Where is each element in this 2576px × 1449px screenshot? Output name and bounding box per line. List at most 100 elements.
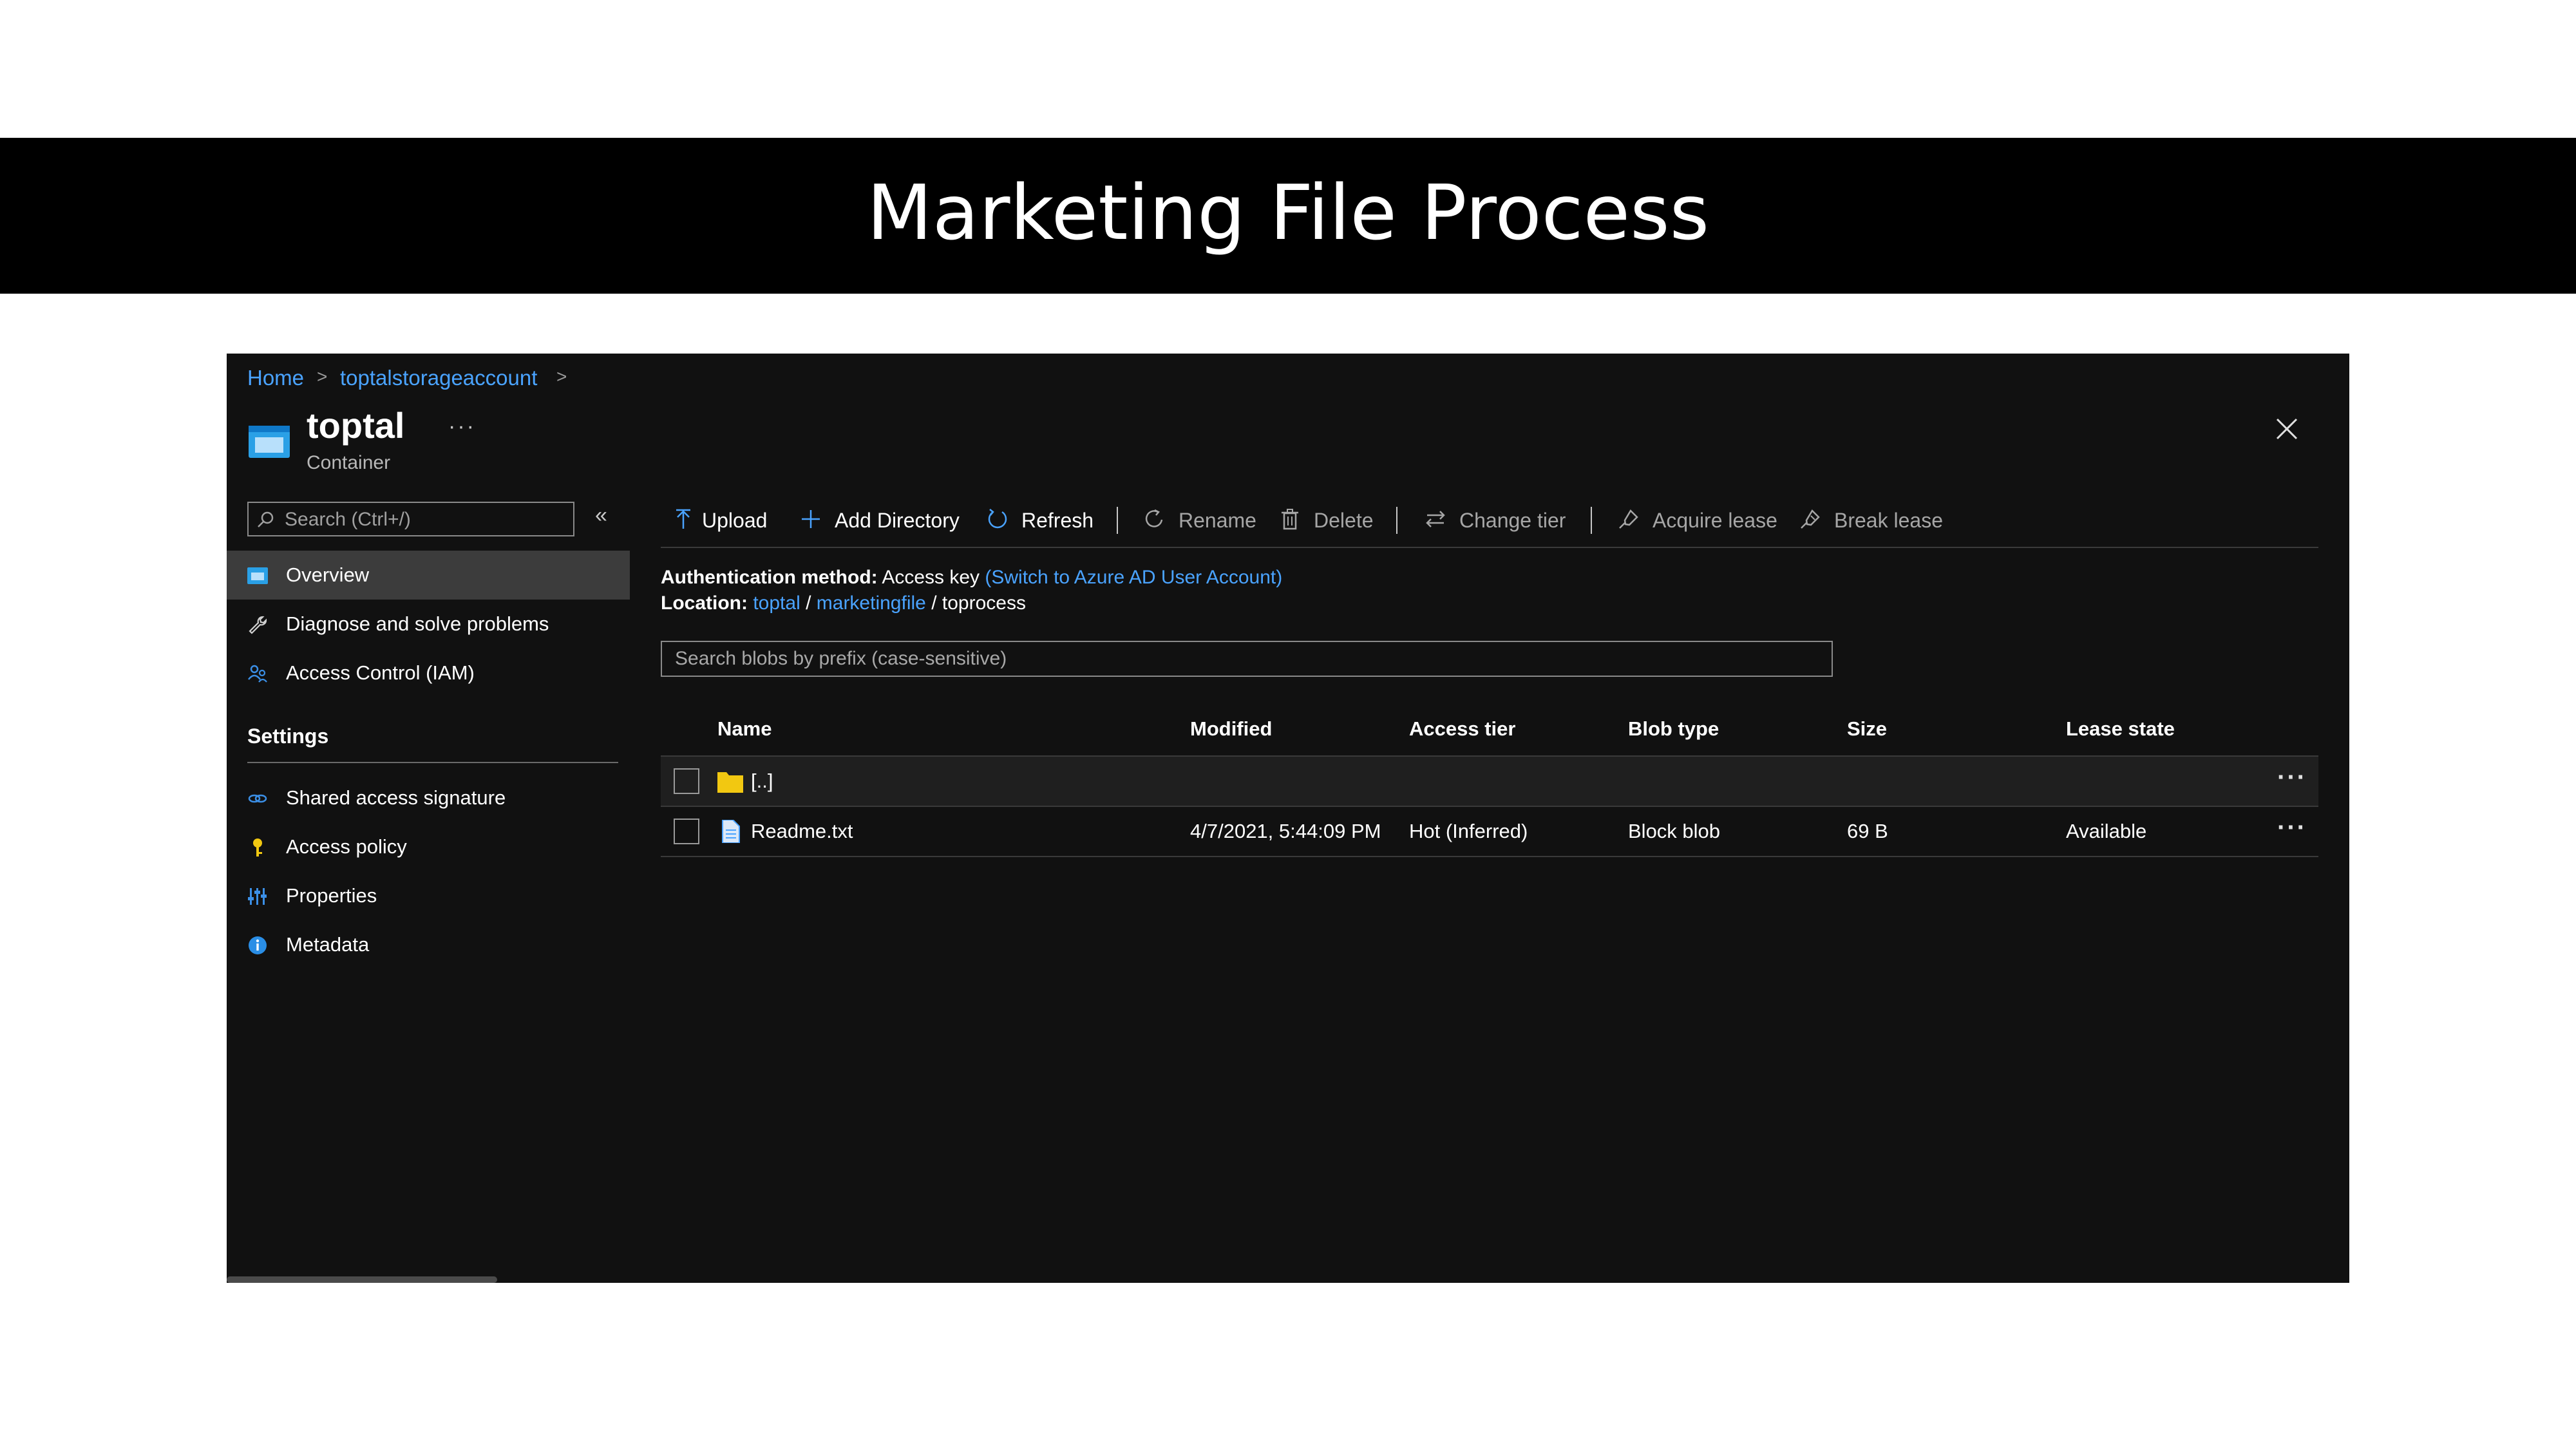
add-directory-label: Add Directory bbox=[835, 509, 960, 532]
breadcrumb-home[interactable]: Home bbox=[247, 365, 304, 391]
people-icon bbox=[248, 665, 267, 683]
location-line: Location: toptal / marketingfile / topro… bbox=[661, 592, 1026, 615]
slide-title: Marketing File Process bbox=[866, 168, 1710, 257]
refresh-label: Refresh bbox=[1021, 509, 1094, 532]
collapse-sidebar-button[interactable]: « bbox=[595, 503, 607, 528]
lease-icon bbox=[1619, 509, 1638, 529]
path-separator: / bbox=[806, 592, 811, 614]
more-options-button[interactable]: ··· bbox=[448, 414, 476, 439]
auth-method-line: Authentication method: Access key (Switc… bbox=[661, 566, 1282, 589]
resource-type: Container bbox=[307, 452, 391, 473]
column-header-modified[interactable]: Modified bbox=[1190, 717, 1272, 741]
blob-search-input[interactable]: Search blobs by prefix (case-sensitive) bbox=[661, 641, 1833, 677]
rename-button[interactable]: Rename bbox=[1144, 503, 1273, 535]
key-icon bbox=[253, 838, 262, 857]
blob-search-placeholder: Search blobs by prefix (case-sensitive) bbox=[675, 648, 1007, 669]
section-divider bbox=[247, 762, 618, 763]
path-separator: / bbox=[931, 592, 937, 614]
container-icon bbox=[249, 426, 290, 458]
column-header-size[interactable]: Size bbox=[1847, 717, 1887, 741]
location-label: Location: bbox=[661, 592, 748, 614]
sliders-icon bbox=[248, 888, 267, 905]
info-icon bbox=[249, 936, 267, 954]
row-access-tier: Hot (Inferred) bbox=[1409, 820, 1528, 842]
upload-label: Upload bbox=[702, 509, 768, 532]
delete-label: Delete bbox=[1314, 509, 1374, 532]
break-lease-label: Break lease bbox=[1834, 509, 1943, 532]
sidebar-item-diagnose[interactable]: Diagnose and solve problems bbox=[227, 600, 630, 649]
sidebar-item-properties[interactable]: Properties bbox=[227, 871, 630, 920]
sidebar-item-label: Diagnose and solve problems bbox=[286, 612, 549, 635]
toolbar-divider bbox=[1117, 507, 1118, 534]
sidebar-item-access-policy[interactable]: Access policy bbox=[227, 822, 630, 871]
sidebar-item-label: Overview bbox=[286, 564, 370, 586]
sidebar-item-label: Access Control (IAM) bbox=[286, 661, 475, 684]
azure-portal-screenshot: Home > toptalstorageaccount > toptal Con… bbox=[227, 354, 2349, 1283]
link-icon bbox=[248, 794, 267, 803]
break-lease-button[interactable]: Break lease bbox=[1799, 503, 1954, 535]
toolbar-divider bbox=[1591, 507, 1592, 534]
row-menu-button[interactable]: ··· bbox=[2277, 813, 2307, 842]
wrench-icon bbox=[249, 616, 267, 634]
toolbar-separator bbox=[661, 547, 2318, 548]
sidebar-item-label: Shared access signature bbox=[286, 786, 506, 809]
location-link-folder[interactable]: marketingfile bbox=[817, 592, 926, 614]
sidebar-item-label: Access policy bbox=[286, 835, 407, 858]
breadcrumb-separator: > bbox=[556, 366, 567, 386]
break-lease-icon bbox=[1801, 509, 1820, 529]
breadcrumb-separator: > bbox=[317, 366, 328, 386]
upload-icon bbox=[676, 509, 690, 529]
row-blob-type: Block blob bbox=[1628, 820, 1721, 842]
upload-button[interactable]: Upload bbox=[672, 503, 788, 535]
table-row[interactable]: Readme.txt 4/7/2021, 5:44:09 PM Hot (Inf… bbox=[661, 807, 2318, 856]
file-icon bbox=[722, 820, 740, 843]
column-header-blob-type[interactable]: Blob type bbox=[1628, 717, 1719, 741]
auth-method-label: Authentication method: bbox=[661, 567, 878, 588]
sidebar-search-placeholder: Search (Ctrl+/) bbox=[285, 509, 411, 530]
sidebar-item-overview[interactable]: Overview bbox=[227, 551, 630, 600]
trash-icon bbox=[1282, 509, 1298, 530]
column-header-lease-state[interactable]: Lease state bbox=[2066, 717, 2175, 741]
plus-icon bbox=[802, 510, 820, 528]
sidebar-item-shared-access-signature[interactable]: Shared access signature bbox=[227, 773, 630, 822]
breadcrumb-storage-account[interactable]: toptalstorageaccount bbox=[340, 365, 537, 391]
sidebar-item-access-control[interactable]: Access Control (IAM) bbox=[227, 649, 630, 697]
sidebar-item-label: Metadata bbox=[286, 933, 370, 956]
row-divider bbox=[661, 856, 2318, 857]
search-icon bbox=[258, 511, 274, 527]
table-row[interactable]: [..] ··· bbox=[661, 757, 2318, 806]
acquire-lease-label: Acquire lease bbox=[1653, 509, 1777, 532]
change-tier-button[interactable]: Change tier bbox=[1425, 503, 1579, 535]
refresh-icon bbox=[988, 509, 1007, 529]
row-name[interactable]: [..] bbox=[751, 769, 773, 793]
column-header-name[interactable]: Name bbox=[717, 717, 772, 741]
switch-auth-link[interactable]: (Switch to Azure AD User Account) bbox=[985, 567, 1282, 588]
container-icon bbox=[247, 567, 268, 584]
sidebar-item-metadata[interactable]: Metadata bbox=[227, 920, 630, 969]
row-menu-button[interactable]: ··· bbox=[2277, 763, 2307, 792]
row-checkbox[interactable] bbox=[674, 768, 699, 794]
sidebar-search-input[interactable]: Search (Ctrl+/) bbox=[247, 502, 574, 536]
row-lease-state: Available bbox=[2066, 820, 2147, 842]
column-header-access-tier[interactable]: Access tier bbox=[1409, 717, 1515, 741]
location-link-container[interactable]: toptal bbox=[753, 592, 800, 614]
page-title: toptal bbox=[307, 405, 405, 446]
auth-method-value: Access key bbox=[882, 567, 980, 588]
row-name[interactable]: Readme.txt bbox=[751, 819, 853, 844]
rename-icon bbox=[1145, 509, 1163, 527]
change-tier-label: Change tier bbox=[1459, 509, 1566, 532]
close-icon[interactable] bbox=[2275, 417, 2299, 441]
settings-section-title: Settings bbox=[247, 724, 329, 748]
folder-icon bbox=[717, 772, 743, 793]
sidebar-scrollbar[interactable] bbox=[227, 1276, 497, 1283]
delete-button[interactable]: Delete bbox=[1279, 503, 1388, 535]
refresh-button[interactable]: Refresh bbox=[987, 503, 1109, 535]
row-modified: 4/7/2021, 5:44:09 PM bbox=[1190, 820, 1381, 842]
sidebar-item-label: Properties bbox=[286, 884, 377, 907]
rename-label: Rename bbox=[1179, 509, 1256, 532]
row-checkbox[interactable] bbox=[674, 819, 699, 844]
acquire-lease-button[interactable]: Acquire lease bbox=[1618, 503, 1792, 535]
add-directory-button[interactable]: Add Directory bbox=[800, 503, 974, 535]
swap-icon bbox=[1426, 511, 1445, 527]
location-current: toprocess bbox=[942, 592, 1026, 614]
